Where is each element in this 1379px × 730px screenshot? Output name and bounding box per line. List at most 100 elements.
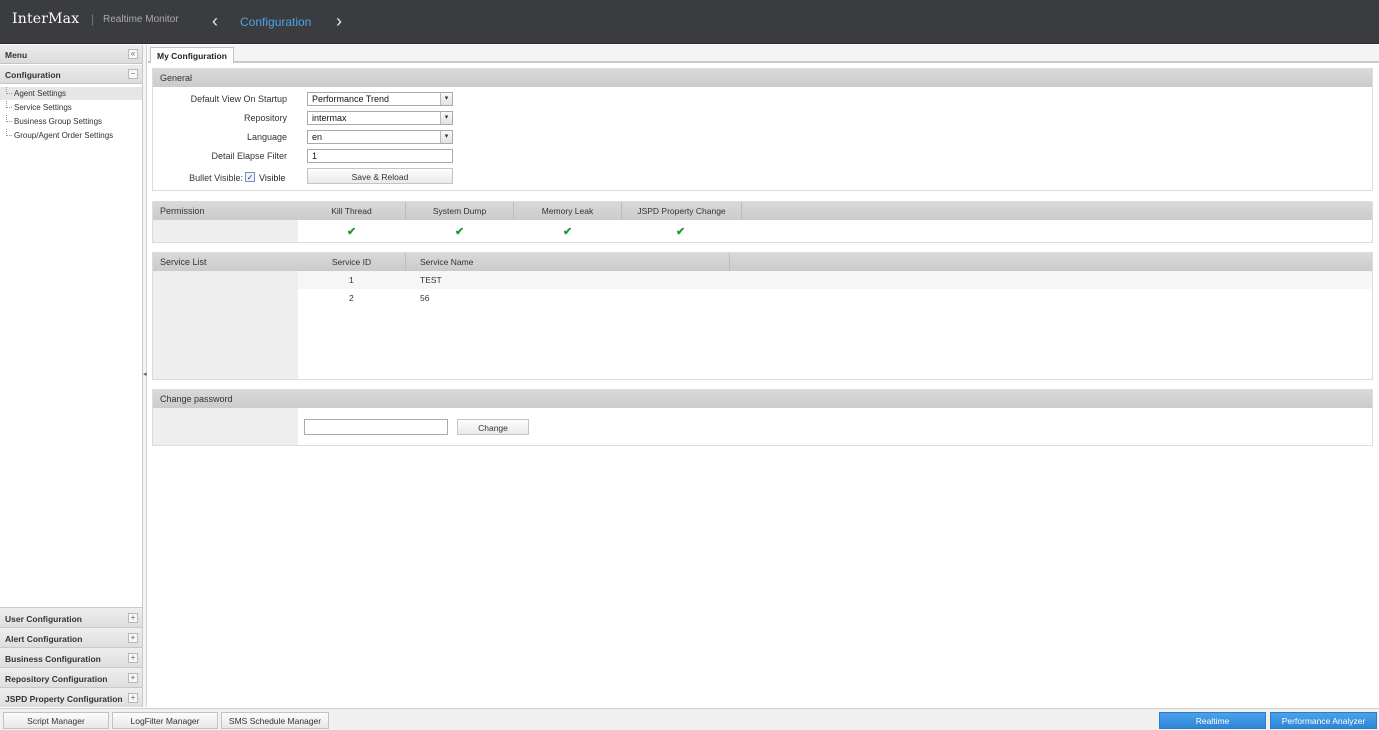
language-label: Language	[246, 132, 287, 142]
column-system-dump: System Dump	[406, 202, 514, 220]
sidebar-splitter[interactable]: ◂	[143, 45, 147, 707]
chevron-left-icon[interactable]: ‹	[212, 11, 218, 31]
chevron-down-icon[interactable]: ▾	[440, 112, 452, 124]
general-panel: General Default View On Startup Performa…	[152, 68, 1373, 191]
performance-analyzer-button[interactable]: Performance Analyzer	[1270, 712, 1377, 729]
sidebar-item-label: Group/Agent Order Settings	[14, 131, 114, 140]
sidebar-section-label: Alert Configuration	[5, 634, 83, 644]
chevron-right-icon[interactable]: ›	[336, 11, 342, 31]
tab-my-configuration[interactable]: My Configuration	[150, 47, 234, 63]
page-title: Configuration	[240, 15, 312, 29]
check-icon: ✔	[347, 226, 357, 238]
realtime-button[interactable]: Realtime	[1159, 712, 1266, 729]
expand-section-icon[interactable]: +	[128, 653, 138, 663]
tree-branch-icon	[6, 115, 12, 122]
sidebar-section-user-configuration[interactable]: User Configuration +	[0, 607, 142, 627]
repository-value: intermax	[312, 113, 347, 123]
sidebar-section-configuration[interactable]: Configuration −	[0, 65, 142, 84]
sidebar-item-group-agent-order-settings[interactable]: Group/Agent Order Settings	[0, 129, 142, 142]
sidebar-section-jspd-property-configuration[interactable]: JSPD Property Configuration +	[0, 687, 142, 707]
script-manager-button[interactable]: Script Manager	[3, 712, 109, 729]
service-name-cell: 56	[420, 293, 430, 303]
elapse-filter-input[interactable]	[307, 149, 453, 163]
service-list-panel-header: Service List Service ID Service Name	[153, 253, 1372, 271]
sidebar-section-label: Business Configuration	[5, 654, 101, 664]
tree-branch-icon	[6, 101, 12, 108]
sidebar-section-alert-configuration[interactable]: Alert Configuration +	[0, 627, 142, 647]
default-view-value: Performance Trend	[312, 94, 390, 104]
chevron-down-icon[interactable]: ▾	[440, 93, 452, 105]
chevron-down-icon[interactable]: ▾	[440, 131, 452, 143]
sidebar-item-label: Business Group Settings	[14, 117, 103, 126]
sidebar-item-business-group-settings[interactable]: Business Group Settings	[0, 115, 142, 128]
default-view-label: Default View On Startup	[190, 94, 287, 104]
sidebar-section-label: JSPD Property Configuration	[5, 694, 123, 704]
check-icon: ✔	[676, 226, 686, 238]
sms-schedule-manager-button[interactable]: SMS Schedule Manager	[221, 712, 329, 729]
change-password-button[interactable]: Change	[457, 419, 529, 435]
table-row[interactable]: 2 56	[298, 289, 1372, 307]
brand-separator: |	[91, 12, 95, 26]
expand-section-icon[interactable]: +	[128, 673, 138, 683]
tree-branch-icon	[6, 129, 12, 136]
panel-title: Permission	[160, 206, 205, 216]
tree-branch-icon	[6, 87, 12, 94]
logfilter-manager-button[interactable]: LogFilter Manager	[112, 712, 218, 729]
sidebar: Menu « Configuration − Agent Settings Se…	[0, 45, 143, 707]
app-header: InterMax | Realtime Monitor ‹ Configurat…	[0, 0, 1379, 44]
expand-section-icon[interactable]: +	[128, 633, 138, 643]
check-icon: ✔	[455, 226, 465, 238]
elapse-filter-label: Detail Elapse Filter	[211, 151, 287, 161]
general-panel-header: General	[153, 69, 1372, 87]
column-memory-leak: Memory Leak	[514, 202, 622, 220]
main-content: My Configuration General Default View On…	[148, 45, 1379, 707]
visible-label: Visible	[259, 173, 286, 183]
save-reload-button[interactable]: Save & Reload	[307, 168, 453, 184]
sidebar-section-repository-configuration[interactable]: Repository Configuration +	[0, 667, 142, 687]
column-service-id: Service ID	[298, 253, 406, 271]
panel-title: General	[160, 73, 193, 83]
collapse-sidebar-icon[interactable]: «	[128, 49, 138, 59]
default-view-select[interactable]: Performance Trend ▾	[307, 92, 453, 106]
change-password-panel: Change password Change	[152, 389, 1373, 446]
sidebar-section-label: Repository Configuration	[5, 674, 108, 684]
sidebar-section-business-configuration[interactable]: Business Configuration +	[0, 647, 142, 667]
sidebar-item-label: Agent Settings	[14, 89, 67, 98]
visible-checkbox[interactable]: ✓	[245, 172, 255, 182]
sidebar-item-service-settings[interactable]: Service Settings	[0, 101, 142, 114]
language-value: en	[312, 132, 323, 142]
permission-panel-header: Permission Kill Thread System Dump Memor…	[153, 202, 1372, 220]
column-jspd-property-change: JSPD Property Change	[622, 202, 742, 220]
repository-select[interactable]: intermax ▾	[307, 111, 453, 125]
change-password-panel-header: Change password	[153, 390, 1372, 408]
collapse-section-icon[interactable]: −	[128, 69, 138, 79]
service-name-cell: TEST	[420, 275, 442, 285]
repository-label: Repository	[243, 113, 287, 123]
sidebar-item-label: Service Settings	[14, 103, 72, 112]
service-list-left-strip	[153, 271, 298, 379]
language-select[interactable]: en ▾	[307, 130, 453, 144]
table-row[interactable]: 1 TEST	[298, 271, 1372, 289]
service-id-cell: 2	[349, 293, 354, 303]
column-service-name: Service Name	[406, 253, 730, 271]
brand-subtitle: Realtime Monitor	[103, 14, 179, 25]
sidebar-section-label: Configuration	[5, 70, 61, 80]
service-list-panel: Service List Service ID Service Name 1 T…	[152, 252, 1373, 380]
password-input[interactable]	[304, 419, 448, 435]
sidebar-section-label: User Configuration	[5, 614, 82, 624]
collapse-arrow-icon[interactable]: ◂	[143, 370, 147, 378]
check-icon: ✔	[563, 226, 573, 238]
column-kill-thread: Kill Thread	[298, 202, 406, 220]
tab-bar: My Configuration	[148, 45, 1379, 63]
panel-title: Change password	[160, 394, 233, 404]
service-id-cell: 1	[349, 275, 354, 285]
sidebar-menu-header: Menu «	[0, 45, 142, 64]
panel-title: Service List	[160, 257, 207, 267]
permission-panel: Permission Kill Thread System Dump Memor…	[152, 201, 1373, 243]
bullet-visible-label: Bullet Visible:	[189, 173, 243, 183]
change-password-left-strip	[153, 408, 298, 445]
expand-section-icon[interactable]: +	[128, 613, 138, 623]
sidebar-item-agent-settings[interactable]: Agent Settings	[0, 87, 142, 100]
expand-section-icon[interactable]: +	[128, 693, 138, 703]
sidebar-menu-label: Menu	[5, 50, 28, 60]
